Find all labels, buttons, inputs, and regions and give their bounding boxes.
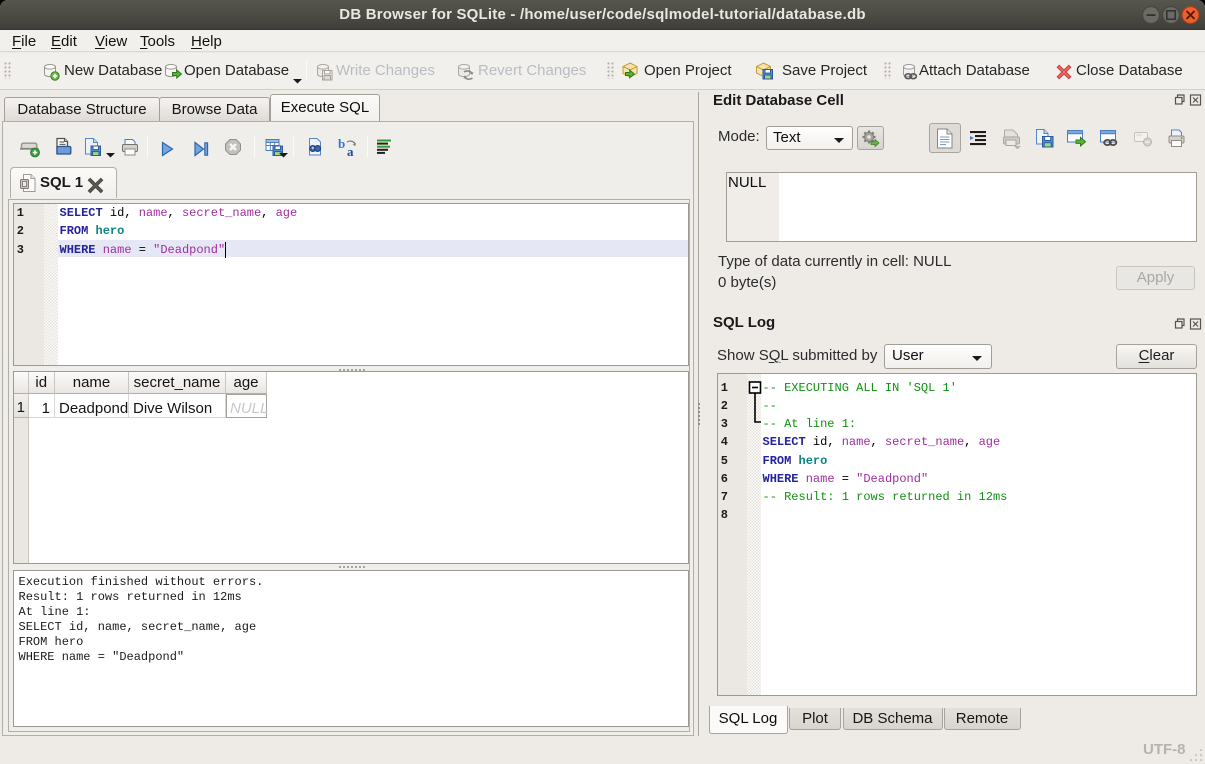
svg-text:a: a (347, 144, 354, 159)
svg-text:b: b (338, 137, 345, 151)
